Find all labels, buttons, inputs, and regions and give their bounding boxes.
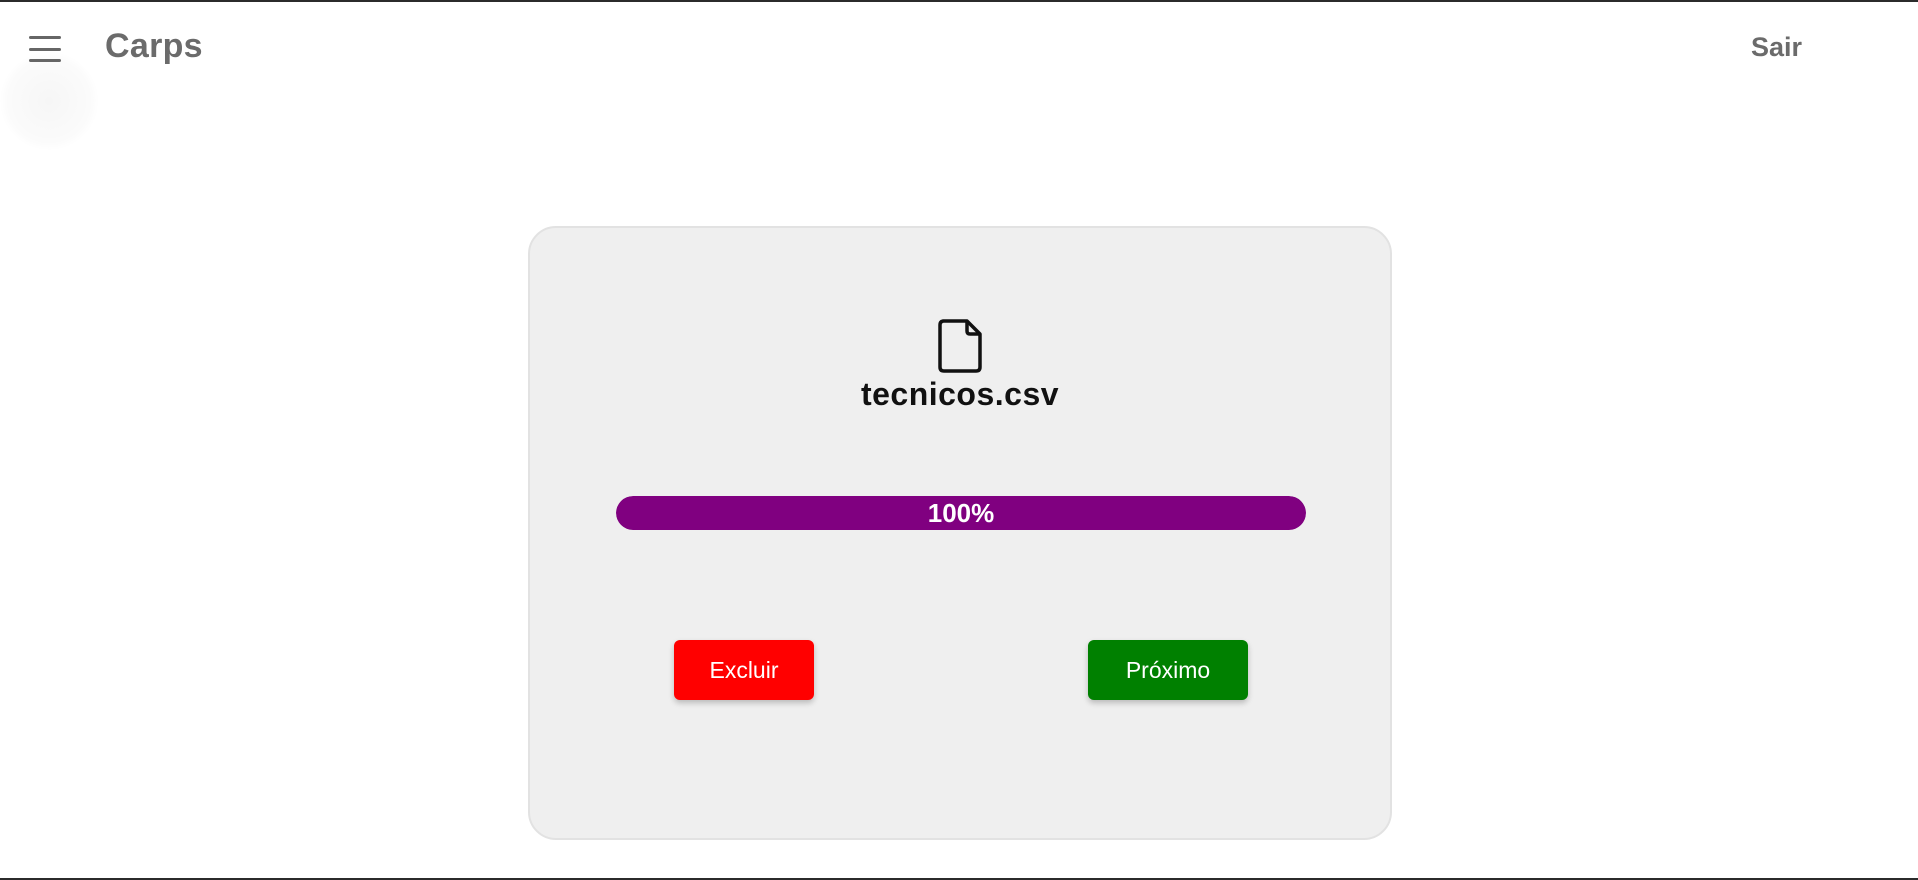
menu-ripple (0, 52, 98, 150)
file-icon (938, 319, 982, 373)
next-button[interactable]: Próximo (1088, 640, 1248, 700)
progress-percentage: 100% (927, 498, 995, 528)
delete-button[interactable]: Excluir (674, 640, 814, 700)
logout-link[interactable]: Sair (1751, 32, 1802, 63)
page: Carps Sair tecnicos.csv 100% Excluir Pró… (0, 0, 1918, 880)
menu-bar (29, 59, 61, 62)
file-name: tecnicos.csv (860, 376, 1060, 412)
upload-progress-bar: 100% (616, 496, 1306, 530)
menu-bar (29, 36, 61, 39)
hamburger-menu-icon[interactable] (26, 32, 64, 66)
upload-card: tecnicos.csv 100% Excluir Próximo (528, 226, 1392, 840)
app-title: Carps (105, 27, 203, 65)
menu-bar (29, 47, 61, 51)
